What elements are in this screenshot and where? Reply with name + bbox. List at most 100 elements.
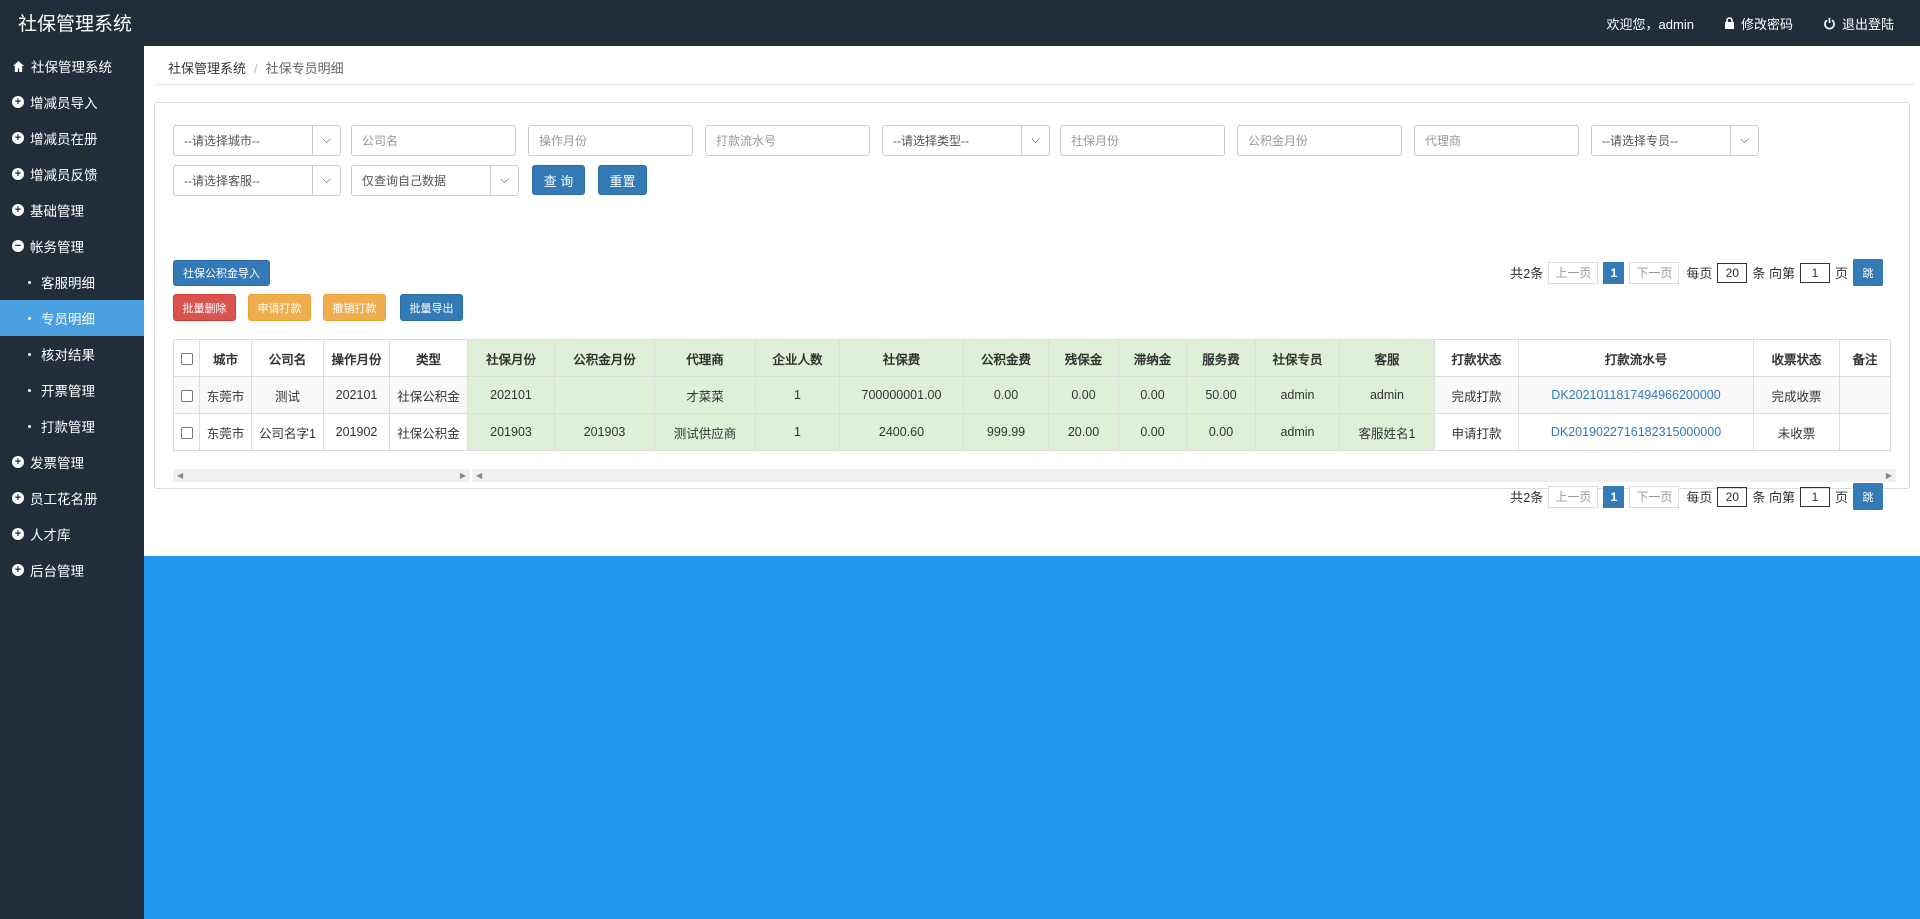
sidebar-item-import[interactable]: + 增减员导入 [0, 84, 144, 120]
sidebar-item-roster[interactable]: + 员工花名册 [0, 480, 144, 516]
table-row[interactable]: 东莞市 测试 202101 社保公积金 202101 才菜菜 1 7000000… [173, 376, 1891, 414]
serial-number-link[interactable]: DK2019022716182315000000 [1518, 413, 1754, 451]
bullet-icon [28, 352, 31, 356]
left-horizontal-scrollbar[interactable]: ◀ ▶ [173, 469, 470, 482]
table-cell: 0.00 [1186, 413, 1256, 451]
table-cell: 0.00 [963, 376, 1049, 414]
operation-month-input[interactable]: 操作月份 [528, 125, 693, 156]
agent-input[interactable]: 代理商 [1414, 125, 1579, 156]
company-input[interactable]: 公司名 [351, 125, 516, 156]
current-page-button[interactable]: 1 [1603, 485, 1625, 508]
sidebar-item-payment[interactable]: 打款管理 [0, 408, 144, 444]
goto-label: 条 向第 [1752, 490, 1795, 505]
column-header: 城市 [199, 339, 252, 377]
page-size-input[interactable]: 20 [1717, 486, 1748, 507]
chevron-down-icon: ⌵ [1021, 126, 1049, 155]
home-icon [13, 60, 24, 72]
content-panel: --请选择城市-- ⌵ 公司名 操作月份 打款流水号 --请选择类型-- ⌵ 社保月… [154, 102, 1910, 510]
sidebar-item-invoice[interactable]: + 发票管理 [0, 444, 144, 480]
housing-fund-month-input[interactable]: 公积金月份 [1237, 125, 1402, 156]
reset-button[interactable]: 重置 [598, 165, 647, 195]
table-cell: 201903 [467, 413, 555, 451]
chevron-down-icon: ⌵ [1730, 126, 1758, 155]
prev-page-button[interactable]: 上一页 [1548, 261, 1599, 284]
sidebar-item-basic[interactable]: + 基础管理 [0, 192, 144, 228]
scroll-left-icon[interactable]: ◀ [177, 471, 183, 480]
breadcrumb-root[interactable]: 社保管理系统 [168, 61, 246, 76]
table-cell: 申请打款 [1434, 413, 1519, 451]
column-header: 滞纳金 [1118, 339, 1187, 377]
scroll-right-icon[interactable]: ▶ [1886, 471, 1892, 480]
sidebar-item-home[interactable]: 社保管理系统 [0, 48, 144, 84]
top-bar: 社保管理系统 欢迎您，admin 修改密码 退出登陆 [0, 0, 1920, 46]
revoke-payment-button[interactable]: 撤销打款 [323, 294, 386, 321]
next-page-button[interactable]: 下一页 [1629, 261, 1680, 284]
service-select-value: --请选择客服-- [184, 174, 260, 188]
specialist-select[interactable]: --请选择专员-- ⌵ [1591, 125, 1759, 156]
sidebar-item-check-result[interactable]: 核对结果 [0, 336, 144, 372]
row-select-cell[interactable] [173, 413, 200, 451]
bullet-icon [28, 388, 31, 392]
table-row[interactable]: 东莞市 公司名字1 201902 社保公积金 201903 201903 测试供… [173, 413, 1891, 451]
goto-page-input[interactable]: 1 [1799, 262, 1830, 283]
sidebar-item-feedback[interactable]: + 增减员反馈 [0, 156, 144, 192]
sidebar-item-specialist-detail[interactable]: 专员明细 [0, 300, 144, 336]
table-cell: 未收票 [1753, 413, 1840, 451]
sidebar-item-label: 增减员在册 [30, 132, 98, 147]
query-button[interactable]: 查 询 [532, 165, 585, 195]
plus-circle-icon: + [12, 96, 24, 108]
serial-number-input[interactable]: 打款流水号 [705, 125, 870, 156]
serial-number-link[interactable]: DK2021011817494966200000 [1518, 376, 1754, 414]
apply-payment-button[interactable]: 申请打款 [248, 294, 311, 321]
row-select-cell[interactable] [173, 376, 200, 414]
plus-circle-icon: + [12, 204, 24, 216]
select-all-cell[interactable] [173, 339, 200, 377]
sidebar-item-accounts[interactable]: − 帐务管理 [0, 228, 144, 264]
city-select[interactable]: --请选择城市-- ⌵ [173, 125, 341, 156]
social-security-month-input[interactable]: 社保月份 [1060, 125, 1225, 156]
service-select[interactable]: --请选择客服-- ⌵ [173, 165, 341, 196]
select-all-checkbox[interactable] [180, 352, 193, 365]
sidebar-item-label: 开票管理 [41, 384, 95, 399]
batch-delete-button[interactable]: 批量删除 [173, 294, 236, 321]
column-header: 社保费 [839, 339, 964, 377]
prev-page-button[interactable]: 上一页 [1548, 485, 1599, 508]
column-header: 客服 [1339, 339, 1435, 377]
scroll-right-icon[interactable]: ▶ [460, 471, 466, 480]
type-select[interactable]: --请选择类型-- ⌵ [882, 125, 1050, 156]
sidebar-item-service-detail[interactable]: 客服明细 [0, 264, 144, 300]
sidebar-item-label: 增减员导入 [30, 96, 98, 111]
change-password-link[interactable]: 修改密码 [1724, 14, 1793, 33]
own-data-select[interactable]: 仅查询自己数据 ⌵ [351, 165, 519, 196]
bullet-icon [28, 424, 31, 428]
row-checkbox[interactable] [180, 426, 193, 439]
power-icon [1824, 17, 1835, 29]
table-cell [554, 376, 655, 414]
sidebar-item-registered[interactable]: + 增减员在册 [0, 120, 144, 156]
table-cell: 1 [755, 413, 840, 451]
logout-link[interactable]: 退出登陆 [1823, 14, 1894, 33]
row-checkbox[interactable] [180, 389, 193, 402]
current-page-button[interactable]: 1 [1603, 261, 1625, 284]
per-page-label: 每页 [1686, 490, 1713, 505]
per-page-label: 每页 [1686, 266, 1713, 281]
goto-page-input[interactable]: 1 [1799, 486, 1830, 507]
import-button[interactable]: 社保公积金导入 [173, 260, 270, 286]
city-select-value: --请选择城市-- [184, 134, 260, 148]
page-size-input[interactable]: 20 [1717, 262, 1748, 283]
column-header: 操作月份 [323, 339, 390, 377]
right-horizontal-scrollbar[interactable]: ◀ ▶ [472, 469, 1896, 482]
go-button[interactable]: 跳 [1853, 483, 1883, 510]
go-button[interactable]: 跳 [1853, 259, 1883, 286]
sidebar-item-talent[interactable]: + 人才库 [0, 516, 144, 552]
sidebar-item-admin[interactable]: + 后台管理 [0, 552, 144, 588]
chevron-down-icon: ⌵ [490, 166, 518, 195]
chevron-down-icon: ⌵ [312, 126, 340, 155]
sidebar-item-billing[interactable]: 开票管理 [0, 372, 144, 408]
table-cell: 东莞市 [199, 376, 252, 414]
batch-export-button[interactable]: 批量导出 [400, 294, 463, 321]
next-page-button[interactable]: 下一页 [1629, 485, 1680, 508]
page-unit-label: 页 [1834, 490, 1848, 505]
sidebar-item-label: 发票管理 [30, 456, 84, 471]
scroll-left-icon[interactable]: ◀ [476, 471, 482, 480]
